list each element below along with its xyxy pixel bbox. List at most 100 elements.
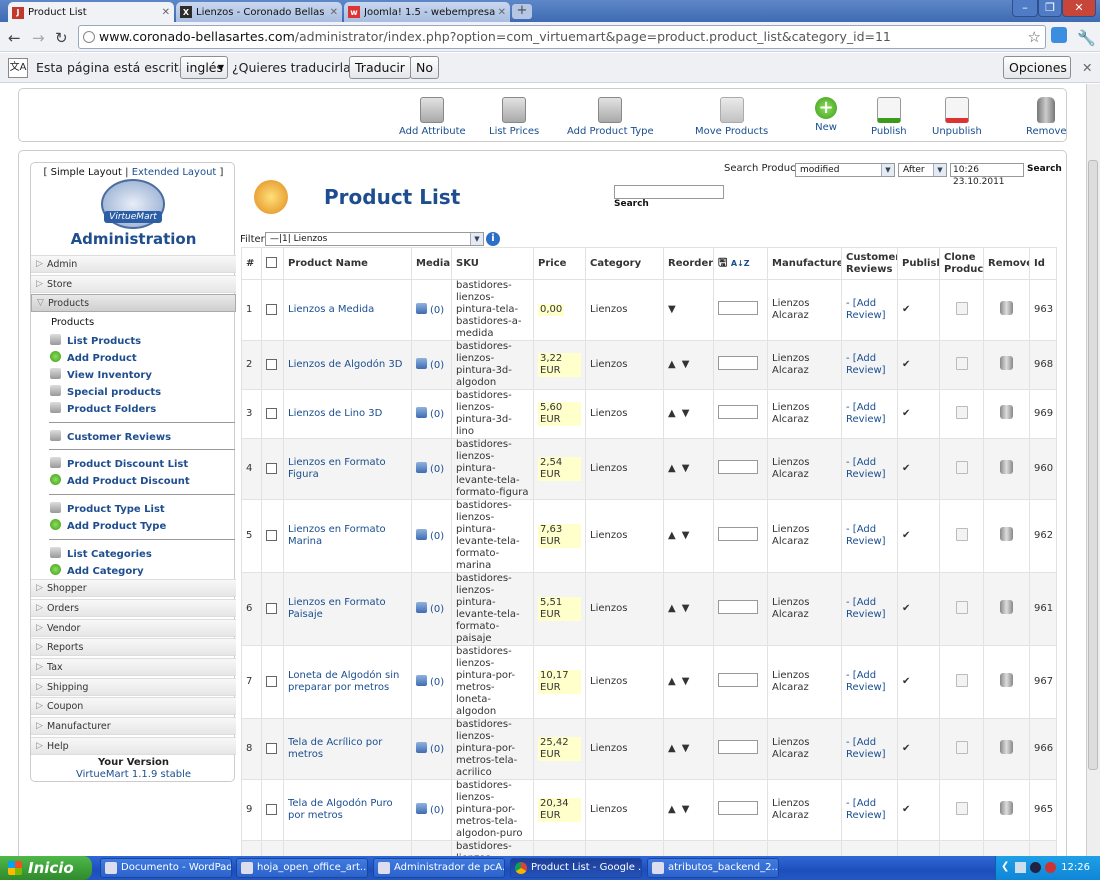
row-checkbox[interactable] (266, 303, 277, 315)
sidebar-section-shopper[interactable]: ▷ Shopper (31, 579, 236, 597)
unpublish-button[interactable]: Unpublish (932, 97, 982, 137)
product-name-link[interactable]: Lienzos en Formato Figura (288, 457, 386, 480)
published-check-icon[interactable]: ✔ (902, 359, 910, 370)
close-translate-icon[interactable]: ✕ (1082, 60, 1092, 75)
clone-icon[interactable] (955, 356, 968, 370)
product-name-link[interactable]: Lienzos en Formato Paisaje (288, 597, 386, 620)
translate-options-button[interactable]: Opciones ▼ (1003, 56, 1071, 95)
clone-icon[interactable] (955, 405, 968, 419)
reorder-arrows[interactable]: ▲▼ (663, 499, 714, 573)
tab-lienzos[interactable]: X Lienzos - Coronado Bellas Arte ✕ (176, 2, 342, 22)
close-window-button[interactable]: ✕ (1062, 0, 1096, 17)
published-check-icon[interactable]: ✔ (902, 603, 910, 614)
category-filter-select[interactable]: —|1| Lienzos ▼ (265, 232, 484, 246)
address-bar[interactable]: www.coronado-bellasartes.com/administrat… (78, 25, 1046, 49)
row-checkbox[interactable] (266, 675, 277, 687)
reorder-arrows[interactable]: ▲▼ (663, 438, 714, 500)
price-value[interactable]: 20,34 EUR (538, 798, 581, 822)
search-date-button[interactable]: Search (1027, 164, 1062, 174)
order-input[interactable] (718, 356, 758, 370)
reorder-arrows[interactable]: ▲▼ (663, 645, 714, 719)
row-checkbox[interactable] (266, 462, 277, 474)
product-name-link[interactable]: Loneta de Algodón sin preparar por metro… (288, 670, 399, 693)
published-check-icon[interactable]: ✔ (902, 530, 910, 541)
reorder-arrows[interactable]: ▲▼ (663, 572, 714, 646)
price-value[interactable]: 7,63 EUR (538, 524, 581, 548)
order-input[interactable] (718, 527, 758, 541)
search-keyword-button[interactable]: Search (614, 199, 649, 209)
sidebar-section-shipping[interactable]: ▷ Shipping (31, 678, 236, 696)
media-link[interactable]: (0) (416, 303, 444, 316)
price-value[interactable]: 5,60 EUR (538, 402, 581, 426)
sidebar-item-add-product-type[interactable]: Add Product Type (50, 519, 166, 532)
sidebar-item-special-products[interactable]: Special products (50, 385, 161, 398)
sidebar-section-orders[interactable]: ▷ Orders (31, 599, 236, 617)
product-name-link[interactable]: Lienzos a Medida (288, 304, 374, 315)
order-input[interactable] (718, 301, 758, 315)
close-tab-icon[interactable]: ✕ (498, 7, 506, 18)
add-review-link[interactable]: - [Add Review] (846, 524, 886, 547)
price-value[interactable]: 10,17 EUR (538, 670, 581, 694)
price-value[interactable]: 0,00 (538, 304, 565, 316)
tray-arrow-icon[interactable]: ❮ (1001, 861, 1009, 872)
scrollbar-thumb[interactable] (1088, 160, 1098, 770)
row-checkbox[interactable] (266, 742, 277, 754)
close-tab-icon[interactable]: ✕ (162, 7, 170, 18)
add-review-link[interactable]: - [Add Review] (846, 402, 886, 425)
clone-icon[interactable] (955, 740, 968, 754)
publish-button[interactable]: Publish (871, 97, 907, 137)
search-when-select[interactable]: After ▼ (898, 163, 947, 177)
trash-icon[interactable] (1000, 673, 1013, 687)
save-order-icon[interactable]: 🖫 (718, 256, 727, 269)
add-review-link[interactable]: - [Add Review] (846, 457, 886, 480)
sort-az-icon[interactable]: A↓Z (731, 259, 750, 268)
reload-icon[interactable]: ↻ (55, 29, 68, 47)
published-check-icon[interactable]: ✔ (902, 463, 910, 474)
add-review-link[interactable]: - [Add Review] (846, 353, 886, 376)
product-name-link[interactable]: Lienzos de Lino 3D (288, 408, 382, 419)
published-check-icon[interactable]: ✔ (902, 408, 910, 419)
price-value[interactable]: 5,51 EUR (538, 597, 581, 621)
clone-icon[interactable] (955, 301, 968, 315)
minimize-button[interactable]: – (1012, 0, 1038, 17)
published-check-icon[interactable]: ✔ (902, 743, 910, 754)
col-header-id[interactable]: Id (1029, 247, 1057, 280)
info-icon[interactable]: i (486, 232, 500, 246)
move-products-button[interactable]: Move Products (695, 97, 768, 137)
sidebar-section-reports[interactable]: ▷ Reports (31, 638, 236, 656)
forward-arrow-icon[interactable]: → (32, 29, 45, 47)
trash-icon[interactable] (1000, 405, 1013, 419)
media-link[interactable]: (0) (416, 358, 444, 371)
add-review-link[interactable]: - [Add Review] (846, 298, 886, 321)
trash-icon[interactable] (1000, 356, 1013, 370)
maximize-button[interactable]: ❐ (1038, 0, 1062, 17)
reorder-arrows[interactable]: ▲▼ (663, 340, 714, 390)
network-icon[interactable] (1015, 862, 1026, 873)
remove-button[interactable]: Remove (1026, 97, 1067, 137)
col-header-product-name[interactable]: Product Name (283, 247, 412, 280)
sidebar-section-tax[interactable]: ▷ Tax (31, 658, 236, 676)
add-review-link[interactable]: - [Add Review] (846, 798, 886, 821)
order-input[interactable] (718, 405, 758, 419)
sidebar-section-coupon[interactable]: ▷ Coupon (31, 697, 236, 715)
bookmark-star-icon[interactable]: ☆ (1028, 26, 1041, 48)
new-tab-button[interactable]: + (512, 4, 532, 19)
clone-icon[interactable] (955, 460, 968, 474)
product-name-link[interactable]: Lienzos en Formato Marina (288, 524, 386, 547)
clone-icon[interactable] (955, 801, 968, 815)
sidebar-item-product-type-list[interactable]: Product Type List (50, 502, 165, 515)
sidebar-item-product-discount-list[interactable]: Product Discount List (50, 457, 188, 470)
order-input[interactable] (718, 673, 758, 687)
media-link[interactable]: (0) (416, 462, 444, 475)
media-link[interactable]: (0) (416, 742, 444, 755)
add-review-link[interactable]: - [Add Review] (846, 670, 886, 693)
media-link[interactable]: (0) (416, 407, 444, 420)
product-name-link[interactable]: Tela de Acrílico por metros (288, 737, 382, 760)
col-header-sku[interactable]: SKU (451, 247, 534, 280)
sidebar-section-store[interactable]: ▷ Store (31, 275, 236, 293)
simple-layout-link[interactable]: Simple Layout (51, 167, 122, 178)
published-check-icon[interactable]: ✔ (902, 676, 910, 687)
reorder-arrows[interactable]: ▲▼ (663, 718, 714, 780)
sidebar-section-vendor[interactable]: ▷ Vendor (31, 619, 236, 637)
language-select[interactable]: inglés ▼ (180, 56, 228, 79)
